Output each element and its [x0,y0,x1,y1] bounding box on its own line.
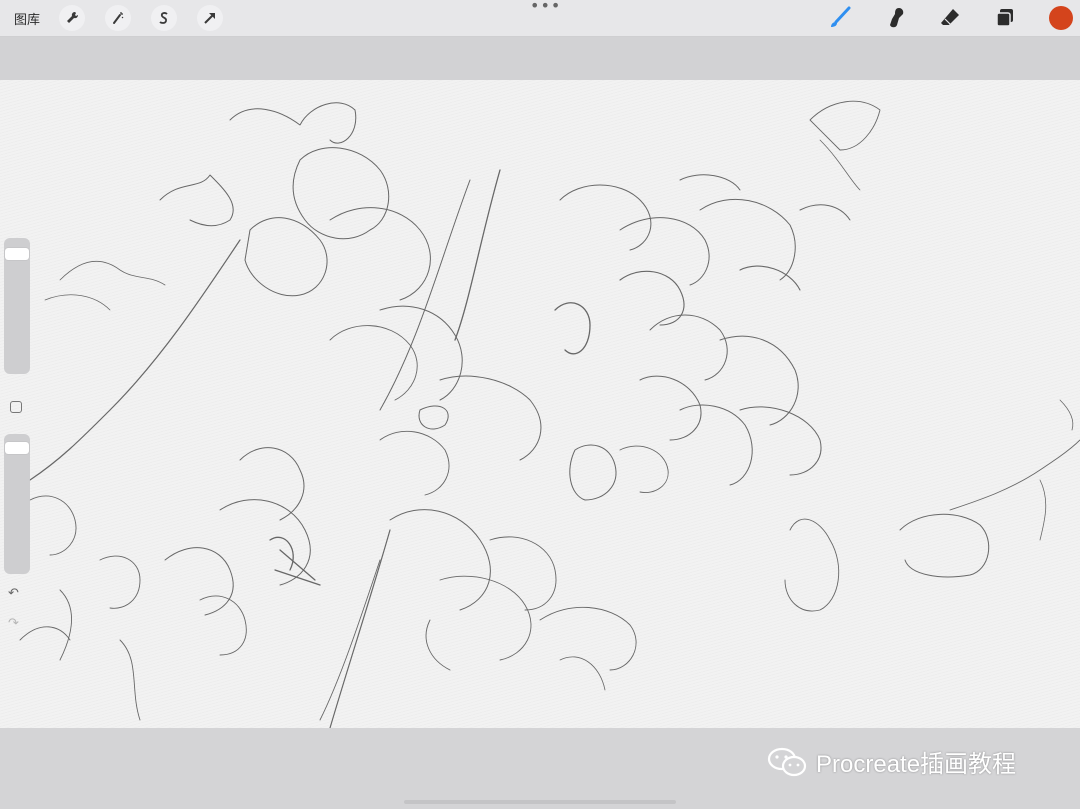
wechat-icon [767,747,807,776]
drawing-canvas[interactable] [0,80,1080,728]
pencil-sketch [19,100,1080,728]
home-indicator [404,800,676,804]
actions-button[interactable] [59,5,85,31]
more-handle[interactable]: ••• [530,0,560,16]
opacity-knob[interactable] [5,442,29,454]
undo-button[interactable]: ↶ [8,586,19,601]
selection-button[interactable] [151,5,177,31]
modify-button[interactable] [10,401,22,413]
gallery-button[interactable]: 图库 [14,9,40,28]
smudge-button[interactable] [883,5,909,31]
top-toolbar: 图库 ••• [0,0,1080,37]
layers-icon [996,9,1013,27]
toolbar-shadow-band [0,37,1080,80]
watermark: Procreate插画教程 [766,744,1016,779]
transform-button[interactable] [197,5,223,31]
watermark-text: Procreate插画教程 [816,751,1017,778]
arrow-cursor-icon [204,13,215,24]
selection-s-icon [159,12,168,24]
left-sidebar: ↶ ↷ [4,238,30,638]
opacity-slider[interactable] [4,434,30,574]
brush-size-slider[interactable] [4,238,30,374]
adjustments-button[interactable] [105,5,131,31]
brush-icon [831,6,851,27]
brush-button[interactable] [827,5,853,31]
smudge-icon [890,8,904,28]
eraser-icon [941,9,959,26]
color-picker-swatch[interactable] [1049,6,1073,30]
layers-button[interactable] [992,5,1018,31]
eraser-button[interactable] [937,5,963,31]
magic-wand-icon [113,12,124,24]
brush-size-knob[interactable] [5,248,29,260]
redo-button[interactable]: ↷ [8,616,19,631]
wrench-icon [67,11,79,23]
